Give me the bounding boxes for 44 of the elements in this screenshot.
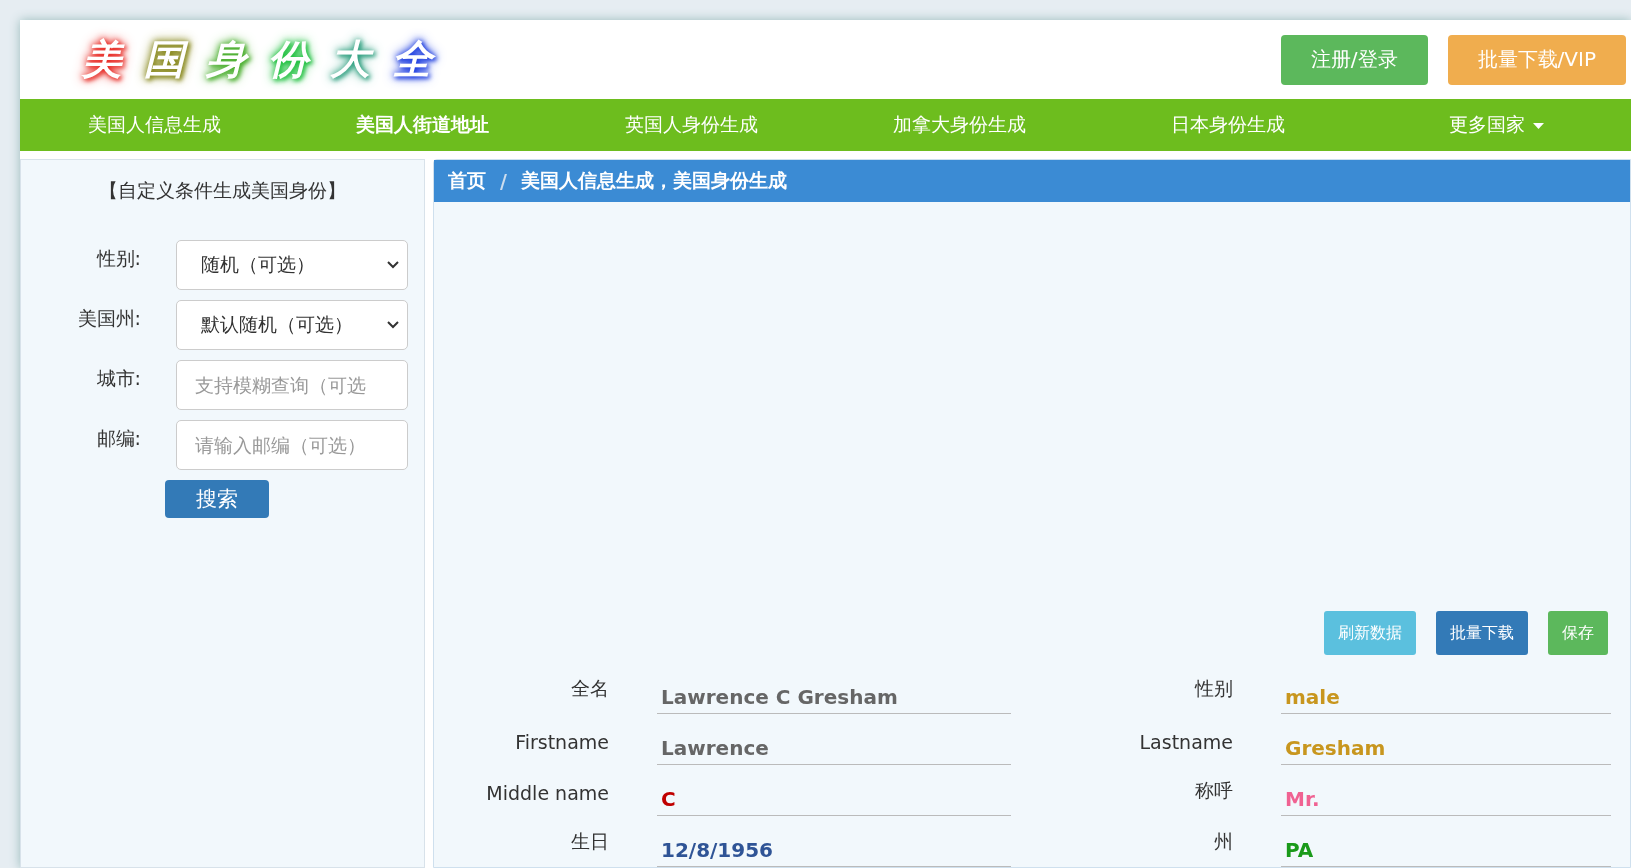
chevron-icon — [387, 261, 399, 269]
caret-icon — [1533, 122, 1545, 129]
field-value: 12/8/1956 — [657, 838, 1011, 867]
save-button[interactable]: 保存 — [1548, 611, 1608, 655]
chevron-icon — [387, 321, 399, 329]
field-label: 邮编: — [95, 426, 142, 451]
select-field[interactable]: 默认随机（可选） — [176, 300, 408, 350]
refresh-button[interactable]: 刷新数据 — [1324, 611, 1416, 655]
download-button[interactable]: 批量下载 — [1436, 611, 1528, 655]
sidebar-title: 【自定义条件生成美国身份】 — [98, 178, 347, 203]
nav-tab[interactable]: 美国人街道地址 — [288, 112, 557, 138]
nav-tab[interactable]: 日本身份生成 — [1094, 112, 1363, 138]
field-label: Middle name — [485, 782, 610, 806]
breadcrumb-link[interactable]: 首页 — [448, 168, 486, 194]
field-value: Mr. — [1281, 787, 1611, 816]
field-label: 性别: — [95, 246, 142, 271]
input-field[interactable]: 支持模糊查询（可选 — [176, 360, 408, 410]
field-label: Lastname — [1138, 731, 1234, 755]
field-value: Lawrence — [657, 736, 1011, 765]
nav-tab[interactable]: 更多国家 — [1362, 112, 1631, 138]
nav-tab[interactable]: 美国人信息生成 — [20, 112, 289, 138]
field-label: 性别 — [1193, 676, 1234, 701]
field-value: C — [657, 787, 1011, 816]
nav-tab[interactable]: 英国人身份生成 — [557, 112, 826, 138]
login-button[interactable]: 注册/登录 — [1280, 34, 1428, 85]
breadcrumb-current: 美国人信息生成，美国身份生成 — [520, 168, 787, 193]
field-label: 美国州: — [76, 306, 142, 331]
field-label: 州 — [1213, 829, 1234, 854]
separator: / — [500, 170, 507, 192]
field-label: 称呼 — [1194, 778, 1234, 803]
field-label: 全名 — [570, 676, 610, 701]
site-logo: 美国身份大全 — [70, 20, 444, 99]
nav-tab[interactable]: 加拿大身份生成 — [825, 112, 1094, 138]
field-value: Lawrence C Gresham — [657, 685, 1011, 714]
field-label: 城市: — [95, 366, 142, 391]
field-value: PA — [1281, 838, 1611, 867]
select-field[interactable]: 随机（可选） — [176, 240, 408, 290]
input-field[interactable]: 请输入邮编（可选） — [176, 420, 408, 470]
field-value: Gresham — [1281, 736, 1611, 765]
vip-download-button[interactable]: 批量下载/VIP — [1447, 34, 1626, 85]
search-button[interactable]: 搜索 — [165, 480, 269, 518]
field-label: 生日 — [570, 829, 610, 854]
field-label: Firstname — [514, 731, 610, 755]
field-value: male — [1281, 685, 1611, 714]
